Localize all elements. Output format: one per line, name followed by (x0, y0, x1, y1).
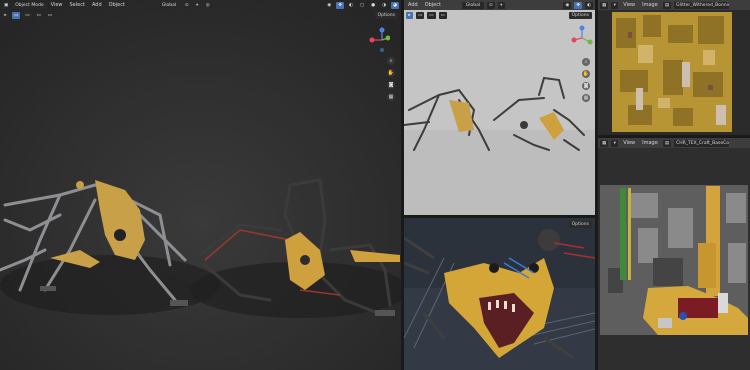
bottom-image-editor-type-icon[interactable]: ▦ (600, 139, 609, 147)
bottom-view-mode-icon[interactable]: ▾ (611, 139, 619, 147)
select-extend-icon[interactable]: ▭ (23, 11, 32, 19)
mid-viewport-header: Add Object Global ⊙ ⌖ ◉ ✥ ◐ (404, 0, 595, 10)
mid-options-dropdown[interactable]: Options (568, 12, 592, 19)
bottom-image-editor[interactable]: ▦ ▾ View Image ▤ CHR_TEX_Craft_BaseColor (598, 138, 750, 370)
mid-transform-orientation[interactable]: Global (461, 1, 484, 9)
mid-overlay-icon[interactable]: ◐ (585, 1, 593, 9)
viewport-render[interactable] (0, 0, 401, 370)
mid-visibility-icon[interactable]: ◉ (563, 1, 572, 9)
top-image-editor[interactable]: ▦ ▾ View Image ▤ Glitter_Withered_Bonnie… (598, 0, 750, 135)
mid-navigation-gizmo[interactable] (571, 24, 593, 50)
top-menu-image[interactable]: Image (640, 2, 660, 8)
bottom-menu-view[interactable]: View (621, 140, 637, 146)
shading-solid-icon[interactable]: ● (369, 1, 378, 9)
mid-gizmo-toggle-icon[interactable]: ✥ (574, 1, 583, 9)
mid-select-extend-icon[interactable]: ▭ (416, 11, 425, 19)
mid-3d-viewport[interactable]: Add Object Global ⊙ ⌖ ◉ ✥ ◐ ▸ ▭ ▭ ▭ Opti… (404, 0, 595, 215)
navigation-gizmo[interactable] (368, 26, 390, 52)
left-viewport-header: ▣ Object Mode View Select Add Object Glo… (0, 0, 401, 10)
mid-hand-icon[interactable]: ✋ (582, 70, 590, 78)
menu-object[interactable]: Object (107, 2, 127, 8)
menu-add[interactable]: Add (90, 2, 104, 8)
visibility-icon[interactable]: ◉ (325, 1, 334, 9)
blender-window: ▣ Object Mode View Select Add Object Glo… (0, 0, 750, 370)
bottom-menu-image[interactable]: Image (640, 140, 660, 146)
mode-selector[interactable]: Object Mode (13, 1, 46, 9)
grid-icon[interactable]: ▦ (387, 93, 395, 101)
top-menu-view[interactable]: View (621, 2, 637, 8)
snap-icon[interactable]: ⌖ (193, 1, 201, 9)
mid-lower-options-dropdown[interactable]: Options (568, 221, 592, 228)
view-mode-icon[interactable]: ▾ (611, 1, 619, 9)
shading-rendered-icon[interactable]: ◕ (391, 1, 399, 9)
zoom-icon[interactable]: ⌕ (387, 57, 395, 65)
mid-lower-render[interactable] (404, 218, 595, 370)
top-image-editor-header: ▦ ▾ View Image ▤ Glitter_Withered_Bonnie… (598, 0, 750, 10)
top-texture-image[interactable] (598, 10, 750, 135)
select-subtract-icon[interactable]: ▭ (34, 11, 43, 19)
image-browse-icon[interactable]: ▤ (662, 1, 672, 9)
select-invert-icon[interactable]: ▭ (45, 11, 55, 19)
tool-select-icon[interactable]: ▸ (2, 11, 9, 19)
mid-viewport-render[interactable] (404, 0, 595, 215)
shading-material-icon[interactable]: ◑ (380, 1, 389, 9)
mid-menu-object[interactable]: Object (423, 2, 443, 8)
bottom-texture-image[interactable] (598, 148, 750, 370)
editor-type-icon[interactable]: ▣ (2, 1, 11, 9)
image-editor-type-icon[interactable]: ▦ (600, 1, 609, 9)
xray-icon[interactable]: ▢ (357, 1, 367, 9)
overlay-icon[interactable]: ◐ (346, 1, 355, 9)
mid-grid-icon[interactable]: ▦ (582, 94, 590, 102)
mid-zoom-icon[interactable]: ⌕ (582, 58, 590, 66)
bottom-image-name[interactable]: CHR_TEX_Craft_BaseColor (674, 139, 730, 147)
gizmo-toggle-icon[interactable]: ✥ (336, 1, 344, 9)
mid-snap-icon[interactable]: ⌖ (497, 1, 505, 9)
options-dropdown[interactable]: Options (374, 12, 398, 19)
proportional-icon[interactable]: ◎ (203, 1, 212, 9)
pivot-icon[interactable]: ⊙ (182, 1, 191, 9)
menu-select[interactable]: Select (68, 2, 87, 8)
transform-orientation[interactable]: Global (157, 1, 180, 9)
left-tool-header: ▸ ▭ ▭ ▭ ▭ (0, 10, 401, 20)
menu-view[interactable]: View (49, 2, 65, 8)
mid-select-subtract-icon[interactable]: ▭ (427, 11, 436, 19)
hand-icon[interactable]: ✋ (387, 69, 395, 77)
mid-tool-header: ▸ ▭ ▭ ▭ (404, 10, 595, 20)
left-3d-viewport[interactable]: ▣ Object Mode View Select Add Object Glo… (0, 0, 401, 370)
bottom-image-editor-header: ▦ ▾ View Image ▤ CHR_TEX_Craft_BaseColor (598, 138, 750, 148)
mid-pivot-icon[interactable]: ⊙ (486, 1, 495, 9)
top-image-name[interactable]: Glitter_Withered_Bonnie_ (674, 1, 730, 9)
camera-icon[interactable]: ◙ (387, 81, 395, 89)
bottom-image-browse-icon[interactable]: ▤ (662, 139, 672, 147)
mid-camera-icon[interactable]: ◙ (582, 82, 590, 90)
mid-select-box-icon[interactable]: ▸ (406, 11, 413, 19)
mid-select-invert-icon[interactable]: ▭ (438, 11, 447, 19)
select-box-icon[interactable]: ▭ (12, 11, 21, 19)
mid-lower-viewport[interactable]: Options (404, 218, 595, 370)
mid-menu-add[interactable]: Add (406, 2, 420, 8)
